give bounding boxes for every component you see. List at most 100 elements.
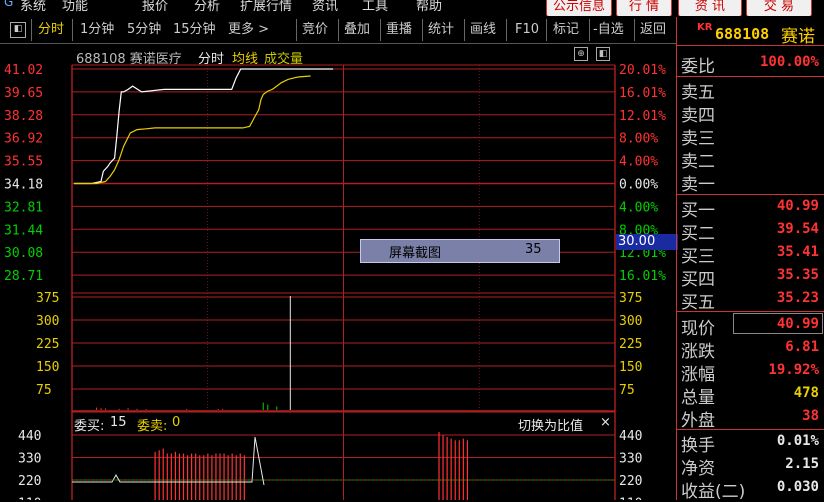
percent-tick-right: 16.01% [619, 269, 666, 284]
switch-ratio-button[interactable]: 切换为比值 [518, 415, 583, 434]
bid3-row[interactable]: 买三 35.41 [681, 242, 821, 267]
menu-system[interactable]: 系统 [20, 0, 46, 14]
weibi-label: 委比 [681, 57, 715, 77]
chart-mode-label: 分时 [198, 52, 225, 67]
price-tick-left: 34.18 [4, 178, 43, 193]
menu-extended[interactable]: 扩展行情 [240, 0, 292, 14]
price-tick-left: 35.55 [4, 155, 43, 170]
ask4-row[interactable]: 卖四 [681, 101, 821, 126]
close-subchart-icon[interactable]: × [600, 415, 611, 430]
draw-button[interactable]: 画线 [470, 20, 496, 40]
bid5-row[interactable]: 买五 35.23 [681, 288, 821, 313]
price-tick-left: 36.92 [4, 132, 43, 147]
change-row: 涨跌 6.81 [681, 337, 821, 362]
change-pct-value: 19.92% [768, 362, 819, 378]
menu-analysis[interactable]: 分析 [194, 0, 220, 14]
price-tick-left: 31.44 [4, 223, 43, 238]
bid4-label: 买四 [681, 270, 715, 290]
outer-volume-label: 外盘 [681, 411, 715, 431]
avg-line-label: 均线 [232, 52, 259, 67]
app-logo-icon: G [4, 0, 14, 9]
volume-tick-left: 75 [36, 383, 52, 398]
weibi-row: 委比 100.00% [681, 52, 821, 77]
change-pct-label: 涨幅 [681, 365, 715, 385]
bid4-price: 35.35 [776, 267, 819, 283]
ask1-row[interactable]: 卖一 [681, 170, 821, 195]
chart-toolbar: ◧ 分时 1分钟 5分钟 15分钟 更多 > 竞价 叠加 重播 统计 画线 F1… [0, 17, 676, 44]
bid2-label: 买二 [681, 224, 715, 244]
order-tick-right: 330 [619, 452, 642, 467]
turnover-label: 换手 [681, 436, 715, 456]
eps-row: 收益(二) 0.030 [681, 477, 821, 502]
intraday-chart[interactable]: 41.02 39.65 38.28 36.92 35.55 34.18 32.81 31.44… [0, 45, 678, 501]
replay-button[interactable]: 重播 [386, 20, 412, 40]
bid1-price: 40.99 [776, 198, 819, 214]
tab-intraday[interactable]: 分时 [38, 20, 64, 40]
auction-button[interactable]: 竞价 [302, 20, 328, 40]
info-button[interactable]: 资 讯 [678, 0, 742, 16]
percent-tick-right: 4.00% [619, 200, 658, 215]
buy-order-label: 委买: [74, 419, 105, 434]
percent-tick-right: 4.00% [619, 155, 658, 170]
order-tick-right: 110 [619, 497, 642, 501]
ask1-label: 卖一 [681, 175, 715, 195]
panel-stock-name: 赛诺 [781, 27, 815, 47]
tooltip-label: 屏幕截图 [389, 246, 442, 261]
market-button[interactable]: 行 情 [616, 0, 672, 16]
volume-tick-left: 300 [36, 314, 59, 329]
tab-5min[interactable]: 5分钟 [127, 20, 161, 40]
tooltip-value: 35 [525, 242, 542, 257]
disclosure-button[interactable]: 公示信息 [546, 0, 612, 16]
total-volume-value: 478 [793, 385, 819, 401]
ask4-label: 卖四 [681, 106, 715, 126]
mark-button[interactable]: 标记 [553, 20, 579, 40]
trade-button[interactable]: 交 易 [746, 0, 812, 16]
ask2-label: 卖二 [681, 152, 715, 172]
tab-15min[interactable]: 15分钟 [173, 20, 216, 40]
order-tick-right: 440 [619, 429, 642, 444]
overlay-button[interactable]: 叠加 [344, 20, 370, 40]
last-price-value: 40.99 [776, 316, 819, 332]
menu-bar: G 系统 功能 报价 分析 扩展行情 资讯 工具 帮助 公示信息 行 情 资 讯… [0, 0, 824, 16]
bid4-row[interactable]: 买四 35.35 [681, 265, 821, 290]
panel-stock-code: 688108 [715, 25, 770, 43]
tab-more[interactable]: 更多 > [228, 20, 269, 40]
order-tick-left: 440 [18, 429, 41, 444]
price-tick-left: 28.71 [4, 269, 43, 284]
panel-toggle-icon[interactable]: ◧ [10, 22, 26, 38]
menu-quote[interactable]: 报价 [142, 0, 168, 14]
nav-row: 净资 2.15 [681, 454, 821, 479]
back-button[interactable]: 返回 [640, 20, 666, 40]
price-tick-left: 41.02 [4, 63, 43, 78]
last-price-row: 现价 40.99 [681, 314, 821, 339]
last-price-label: 现价 [681, 319, 715, 339]
turnover-value: 0.01% [776, 433, 819, 449]
bid1-row[interactable]: 买一 40.99 [681, 196, 821, 221]
percent-tick-right: 20.01% [619, 63, 666, 78]
menu-help[interactable]: 帮助 [416, 0, 442, 14]
expand-icon[interactable]: ◧ [596, 47, 610, 61]
bid1-label: 买一 [681, 201, 715, 221]
turnover-row: 换手 0.01% [681, 431, 821, 456]
volume-tick-right: 300 [619, 314, 642, 329]
price-tick-left: 32.81 [4, 200, 43, 215]
ask5-row[interactable]: 卖五 [681, 78, 821, 103]
ask3-row[interactable]: 卖三 [681, 124, 821, 149]
settings-icon[interactable]: ⊕ [574, 47, 588, 61]
menu-news[interactable]: 资讯 [312, 0, 338, 14]
f10-button[interactable]: F10 [515, 20, 539, 40]
order-tick-right: 220 [619, 474, 642, 489]
add-watchlist-button[interactable]: -自选 [593, 20, 624, 40]
order-tick-left: 220 [18, 474, 41, 489]
order-line [72, 436, 265, 486]
nav-label: 净资 [681, 459, 715, 479]
menu-function[interactable]: 功能 [62, 0, 88, 14]
volume-tick-right: 75 [619, 383, 635, 398]
bid2-row[interactable]: 买二 39.54 [681, 219, 821, 244]
tab-1min[interactable]: 1分钟 [80, 20, 114, 40]
cursor-value-box: 30.00 [616, 234, 678, 250]
stats-button[interactable]: 统计 [428, 20, 454, 40]
order-tick-left: 110 [18, 497, 41, 501]
menu-tools[interactable]: 工具 [362, 0, 388, 14]
ask2-row[interactable]: 卖二 [681, 147, 821, 172]
